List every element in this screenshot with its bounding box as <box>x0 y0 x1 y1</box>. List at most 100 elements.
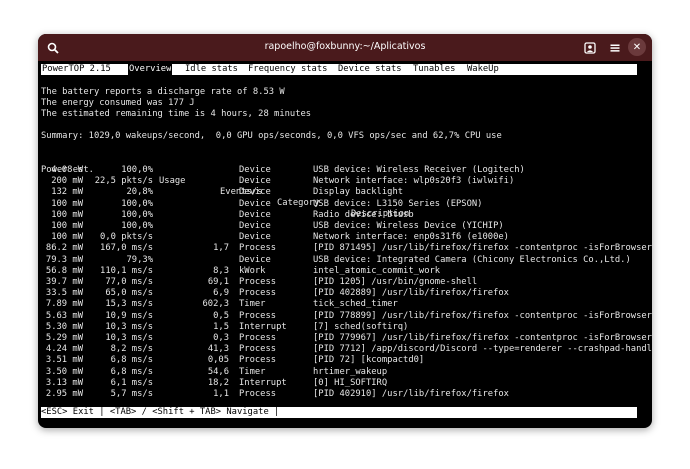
cell-usage: 8,2 ms/s <box>110 344 153 355</box>
tab-tunables[interactable]: Tunables <box>413 64 455 75</box>
cell-category: Process <box>239 389 277 399</box>
cell-power: 86.2 mW <box>45 243 83 254</box>
cell-usage: 20,8% <box>126 187 153 198</box>
discharge-text: The battery reports a discharge rate of … <box>41 87 285 97</box>
table-row[interactable]: 79.3 mW 79,3% Device USB device: Integrated… <box>41 255 641 266</box>
cell-usage: 79,3% <box>126 254 153 265</box>
cell-power: 3.50 mW <box>45 366 83 377</box>
cell-usage: 0,0 pkts/s <box>100 232 153 243</box>
tab-device-stats[interactable]: Device stats <box>338 64 402 75</box>
cell-power: 5.29 mW <box>45 333 83 343</box>
cell-events: 1,7 <box>213 243 229 254</box>
menu-icon[interactable] <box>606 39 623 56</box>
cell-usage: 110,1 ms/s <box>100 265 153 276</box>
cell-description: [PID 72] [kcompactd0] <box>313 355 425 366</box>
table-row[interactable]: 2.95 mW 5,7 ms/s 1,1 Process [PID 402910] /u… <box>41 389 641 400</box>
cell-power: 2.95 mW <box>45 389 83 399</box>
cell-usage: 100,0% <box>121 209 153 220</box>
cell-category: Process <box>239 288 277 299</box>
tab-wakeup[interactable]: WakeUp <box>467 64 499 75</box>
terminal-content: PowerTOP 2.15 Overview Idle stats Freque… <box>41 62 652 424</box>
cell-events: 1,1 <box>213 389 229 399</box>
cell-events: 0,05 <box>207 355 229 366</box>
cell-events: 8,3 <box>213 265 229 276</box>
tab-idle-stats[interactable]: Idle stats <box>185 64 238 75</box>
cell-category: Device <box>239 198 271 209</box>
cell-usage: 10,3 ms/s <box>105 321 153 332</box>
cell-events: 602,3 <box>202 299 229 310</box>
cell-description: intel_atomic_commit_work <box>313 265 441 276</box>
table-header: Power est. Usage Events/s Category Descr… <box>41 154 641 219</box>
cell-description: USB device: Integrated Camera (Chicony E… <box>313 254 631 265</box>
cell-events: 69,1 <box>207 277 229 287</box>
tab-frequency-stats[interactable]: Frequency stats <box>248 64 327 75</box>
cell-category: Device <box>239 165 271 175</box>
cell-events: 6,9 <box>213 288 229 299</box>
cell-power: 79.3 mW <box>45 254 83 265</box>
table-row[interactable]: 5.29 mW 10,3 ms/s 0,3 Process [PID 779967] /… <box>41 333 652 344</box>
table-row[interactable]: 33.5 mW 65,0 ms/s 6,9 Process [PID 402889] /… <box>41 288 641 299</box>
tab-overview[interactable]: Overview <box>127 63 173 76</box>
cell-category: Process <box>239 277 277 287</box>
cell-description: Network interface: wlp0s20f3 (iwlwifi) <box>313 176 515 187</box>
table-row[interactable]: 3.51 mW 6,8 ms/s 0,05 Process [PID 72] [kcom… <box>41 355 641 366</box>
table-row[interactable]: 100 mW 100,0% Device USB device: L3150 Seri… <box>41 199 641 210</box>
table-row[interactable]: 100 mW 100,0% Device USB device: Wireless D… <box>41 221 641 232</box>
cell-description: USB device: L3150 Series (EPSON) <box>313 198 483 209</box>
cell-category: Process <box>239 243 277 254</box>
cell-category: Interrupt <box>239 321 287 332</box>
cell-usage: 100,0% <box>121 165 153 175</box>
cell-usage: 15,3 ms/s <box>105 299 153 310</box>
cell-events: 0,5 <box>213 310 229 321</box>
cell-description: Display backlight <box>313 187 404 198</box>
cell-power: 5.30 mW <box>45 321 83 332</box>
cell-events: 18,2 <box>207 377 229 388</box>
table-row[interactable]: 7.89 mW 15,3 ms/s 602,3 Timer tick_sched_tim… <box>41 299 641 310</box>
cell-usage: 100,0% <box>121 221 153 231</box>
cell-power: 100 mW <box>51 221 83 231</box>
table-row[interactable]: 200 mW 22,5 pkts/s Device Network interface… <box>41 176 641 187</box>
cell-usage: 22,5 pkts/s <box>94 176 153 187</box>
cell-events: 0,3 <box>213 333 229 343</box>
cell-power: 3.13 mW <box>45 377 83 388</box>
cell-category: Device <box>239 187 271 198</box>
cell-usage: 65,0 ms/s <box>105 288 153 299</box>
cell-usage: 100,0% <box>121 198 153 209</box>
table-row[interactable]: 5.30 mW 10,3 ms/s 1,5 Interrupt [7] sched(so… <box>41 322 641 333</box>
cell-category: Timer <box>239 299 266 310</box>
cell-description: [PID 779967] /usr/lib/firefox/firefox -c… <box>313 333 652 343</box>
close-icon[interactable]: ✕ <box>628 38 646 56</box>
cell-category: Device <box>239 221 271 231</box>
app-label: PowerTOP 2.15 <box>42 64 111 74</box>
cell-category: Device <box>239 254 271 265</box>
cell-events: 41,3 <box>207 344 229 355</box>
title-bar: rapoelho@foxbunny:~/Aplicativos ✕ <box>38 34 652 61</box>
table-row[interactable]: 4.24 mW 8,2 ms/s 41,3 Process [PID 7712] /ap… <box>41 344 652 355</box>
cell-usage: 167,0 ms/s <box>100 243 153 254</box>
table-row[interactable]: 56.8 mW 110,1 ms/s 8,3 kWork intel_atomic_co… <box>41 266 641 277</box>
cell-description: [PID 1205] /usr/bin/gnome-shell <box>313 277 478 287</box>
cell-power: 100 mW <box>51 198 83 209</box>
table-row[interactable]: 3.13 mW 6,1 ms/s 18,2 Interrupt [0] HI_SOFTI… <box>41 378 641 389</box>
table-row[interactable]: 100 mW 100,0% Device Radio device: btusb <box>41 210 641 221</box>
cell-events: 54,6 <box>207 366 229 377</box>
cell-description: [PID 402910] /usr/lib/firefox/firefox <box>313 389 509 399</box>
cell-description: tick_sched_timer <box>313 299 398 310</box>
cell-power: 39.7 mW <box>45 277 83 287</box>
table-row[interactable]: 132 mW 20,8% Device Display backlight <box>41 187 641 198</box>
table-row[interactable]: 86.2 mW 167,0 ms/s 1,7 Process [PID 871495] … <box>41 243 652 254</box>
cell-description: [7] sched(softirq) <box>313 321 409 332</box>
cell-power: 100 mW <box>51 232 83 243</box>
table-row[interactable]: 4.08 W 100,0% Device USB device: Wireless R… <box>41 165 641 176</box>
table-row[interactable]: 5.63 mW 10,9 ms/s 0,5 Process [PID 778899] /… <box>41 310 652 322</box>
table-row[interactable]: 39.7 mW 77,0 ms/s 69,1 Process [PID 1205] /u… <box>41 277 641 288</box>
cell-category: Device <box>239 176 271 187</box>
cell-category: Process <box>239 333 277 343</box>
table-row[interactable]: 100 mW 0,0 pkts/s Device Network interface:… <box>41 232 641 243</box>
cell-description: USB device: Wireless Device (YICHIP) <box>313 221 504 231</box>
table-row[interactable]: 3.50 mW 6,8 ms/s 54,6 Timer hrtimer_wakeup <box>41 367 641 378</box>
cell-usage: 6,1 ms/s <box>110 377 153 388</box>
cell-power: 7.89 mW <box>45 299 83 310</box>
new-tab-icon[interactable] <box>581 39 598 56</box>
cell-power: 4.08 W <box>51 165 83 175</box>
